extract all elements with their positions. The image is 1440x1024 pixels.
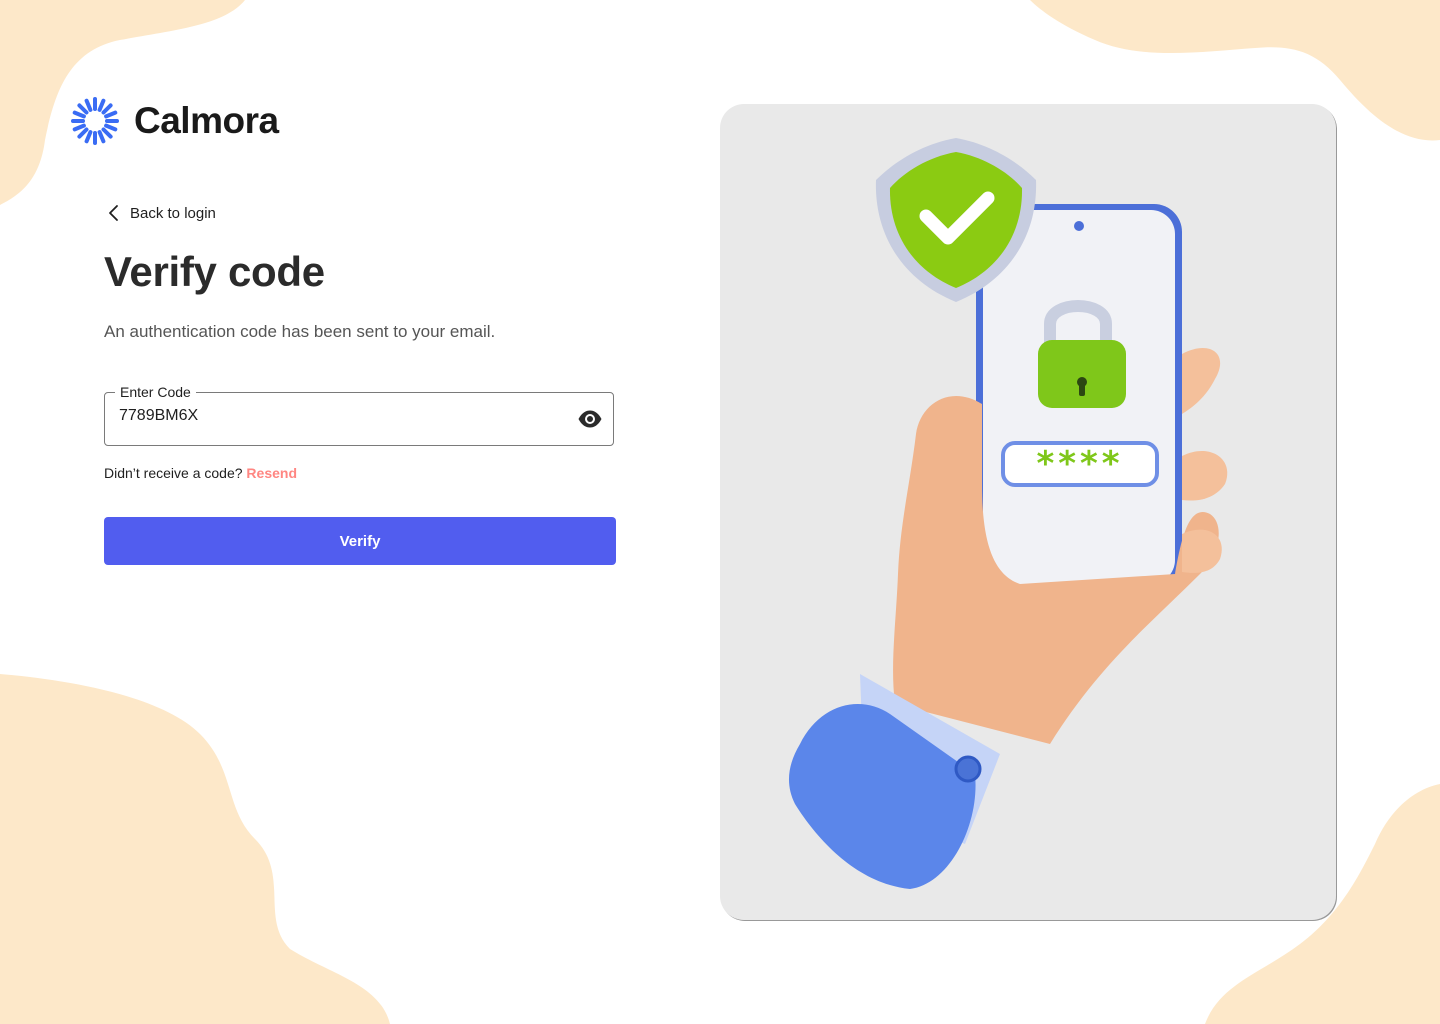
code-input[interactable] (119, 407, 559, 425)
hero-illustration: **** (720, 104, 1336, 920)
brand-name: Calmora (134, 100, 279, 141)
cuff-button-icon (954, 755, 982, 783)
sunburst-logo-icon (71, 97, 119, 145)
finger-2 (1182, 450, 1228, 501)
page-title: Verify code (104, 248, 325, 295)
code-field: Enter Code (104, 384, 614, 446)
phone-camera-icon (1074, 221, 1084, 231)
brand-logo: Calmora (70, 96, 279, 146)
resend-row: Didn’t receive a code? Resend (104, 465, 297, 481)
eye-icon[interactable] (577, 408, 603, 430)
back-to-login-link[interactable]: Back to login (108, 204, 216, 222)
resend-prompt: Didn’t receive a code? (104, 465, 243, 481)
page-subtitle: An authentication code has been sent to … (104, 322, 496, 341)
background-blob-bottom-left (0, 674, 390, 1024)
finger-3 (1182, 529, 1222, 573)
finger-1 (1182, 348, 1221, 414)
chevron-left-icon (109, 205, 118, 221)
resend-link[interactable]: Resend (246, 465, 297, 481)
code-field-label: Enter Code (115, 384, 196, 400)
masked-code: **** (1036, 444, 1123, 484)
phone-security-illustration: **** (788, 138, 1228, 889)
back-to-login-label: Back to login (130, 204, 216, 222)
padlock-icon (1038, 340, 1126, 408)
verify-button[interactable]: Verify (104, 517, 616, 565)
